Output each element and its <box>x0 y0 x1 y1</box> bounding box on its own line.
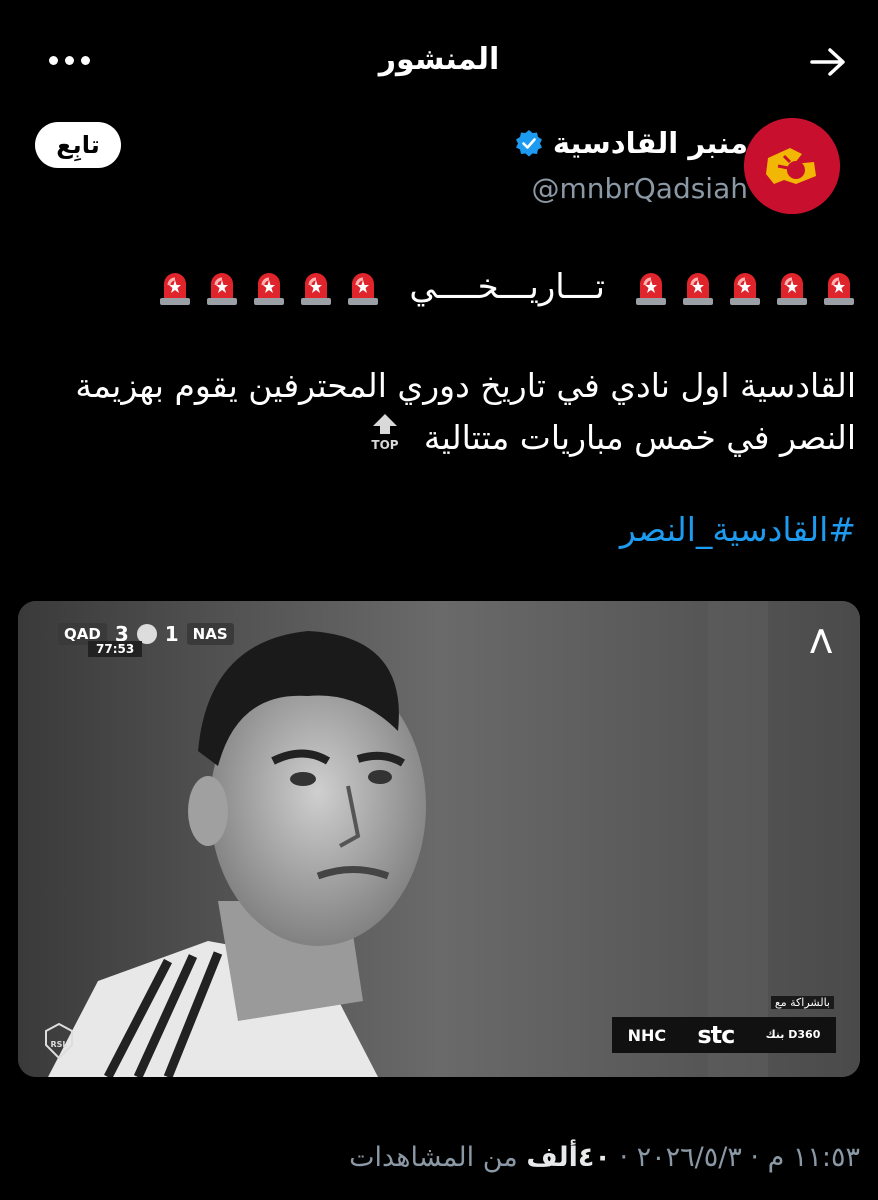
partner-caption: بالشراكة مع <box>770 996 834 1009</box>
post-headline: تـــاريـــخــــي <box>158 262 856 312</box>
away-team: NAS <box>186 623 234 645</box>
top-label: TOP <box>372 438 399 452</box>
hashtag-link[interactable]: #القادسية_النصر <box>620 510 856 549</box>
sponsor-logo: بنك D360 <box>765 1028 821 1041</box>
post-meta: ١١:٥٣ م · ٢٠٢٦/٥/٣ · ٤٠ألف من المشاهدات <box>349 1142 860 1173</box>
sponsor-bar: NHC stc بنك D360 <box>612 1017 836 1053</box>
league-logo-text: RSL <box>50 1040 67 1049</box>
sponsor-logo: NHC <box>627 1025 667 1045</box>
avatar[interactable] <box>744 118 840 214</box>
post-media[interactable]: QAD 3 1 NAS 77:53 ⋀ RSL بالشراكة مع NHC … <box>18 601 860 1077</box>
siren-icon <box>160 273 191 305</box>
post-body-line: النصر في خمس مباريات متتالية TOP <box>36 412 856 467</box>
siren-icon <box>683 273 713 305</box>
siren-icon <box>348 273 379 305</box>
more-options-button[interactable] <box>40 48 90 72</box>
author-name[interactable]: منبر القادسية <box>515 126 748 160</box>
post-timestamp: ١١:٥٣ م · ٢٠٢٦/٥/٣ <box>636 1142 860 1173</box>
views-count: ٤٠ألف <box>526 1142 611 1173</box>
siren-icon <box>301 273 332 305</box>
views-label[interactable]: من المشاهدات <box>349 1142 518 1173</box>
top-bar: المنشور <box>0 0 878 120</box>
siren-icon <box>730 273 760 305</box>
page-title: المنشور <box>378 42 500 77</box>
post-body-line: القادسية اول نادي في تاريخ دوري المحترفي… <box>75 366 856 405</box>
verified-icon <box>515 130 542 157</box>
channel-badge: ⋀ <box>810 625 832 655</box>
post-body-text: النصر في خمس مباريات متتالية <box>423 418 856 457</box>
top-arrow-icon: TOP <box>369 412 401 467</box>
headline-word: تـــاريـــخــــي <box>409 267 605 307</box>
player-photo <box>18 601 860 1077</box>
away-score: 1 <box>164 622 179 646</box>
siren-icon <box>636 273 666 305</box>
follow-button[interactable]: تابِع <box>35 122 121 168</box>
match-clock: 77:53 <box>88 641 143 657</box>
siren-icon <box>777 273 807 305</box>
author-handle[interactable]: @mnbrQadsiah <box>531 172 748 205</box>
more-icon <box>81 55 90 65</box>
siren-icon <box>207 273 238 305</box>
post-body: القادسية اول نادي في تاريخ دوري المحترفي… <box>36 360 856 467</box>
sponsor-logo: stc <box>697 1021 735 1049</box>
club-logo-icon <box>744 118 840 214</box>
author-name-label: منبر القادسية <box>552 126 748 160</box>
scoreboard: QAD 3 1 NAS <box>58 621 234 647</box>
league-logo: RSL <box>44 1022 74 1060</box>
siren-icon <box>824 273 854 305</box>
siren-icon <box>254 273 285 305</box>
